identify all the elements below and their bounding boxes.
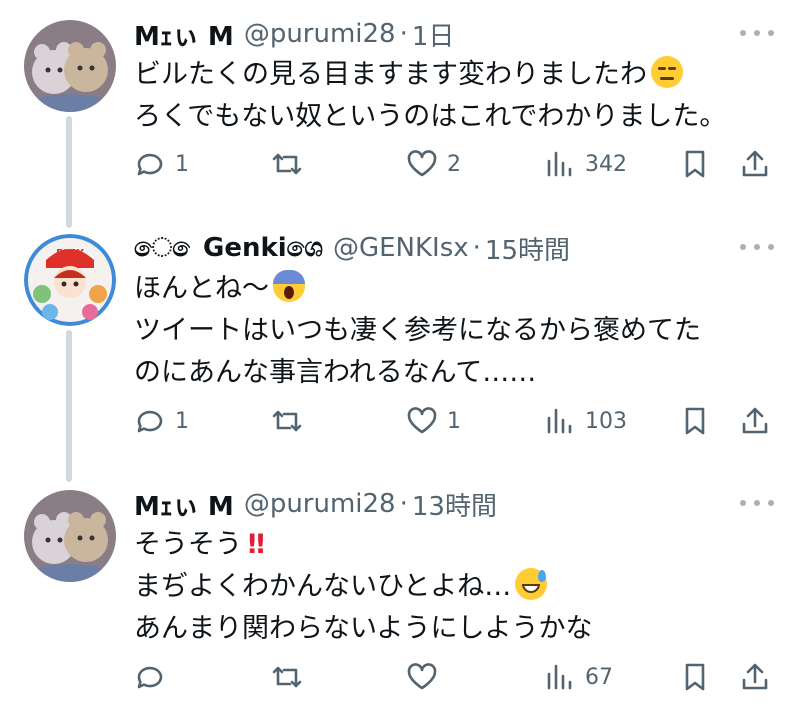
retweet-icon <box>272 153 302 175</box>
tweet-text: そうそう!! まぢよくわかんないひとよね… あんまり関わらないようにしようかな <box>134 524 592 650</box>
reply-count: 1 <box>175 408 189 434</box>
retweet-icon <box>272 410 302 432</box>
timestamp[interactable]: 13時間 <box>412 486 497 523</box>
avatar[interactable] <box>24 490 116 582</box>
views-icon <box>547 664 572 690</box>
views-button[interactable]: 67 <box>543 655 613 699</box>
heart-icon <box>407 407 437 434</box>
reply-icon <box>137 410 163 433</box>
bookmark-button[interactable] <box>678 142 712 186</box>
tweet[interactable]: PLAY ෙ ෙGenkiශෙ @GENKIsx · 15時間 ほんとね〜 ツイ… <box>0 228 800 468</box>
tweet-text: ほんとね〜 ツイートはいつも凄く参考になるから褒めてた のにあんな事言われるなん… <box>134 268 701 394</box>
user-handle[interactable]: @GENKIsx <box>333 233 469 263</box>
share-button[interactable] <box>738 142 772 186</box>
share-button[interactable] <box>738 399 772 443</box>
tweet-header: Mｪぃ M @purumi28 · 1日 <box>134 14 454 54</box>
share-icon <box>742 407 768 434</box>
avatar-image <box>24 490 116 582</box>
action-bar: 67 <box>0 655 800 699</box>
like-count: 2 <box>447 151 461 177</box>
separator-dot: · <box>472 233 481 263</box>
grinning-sweat-face-emoji <box>515 568 548 600</box>
avatar-image <box>24 20 116 112</box>
retweet-button[interactable] <box>270 399 312 443</box>
tweet-header: Mｪぃ M @purumi28 · 13時間 <box>134 484 497 524</box>
tweet-line: まぢよくわかんないひとよね… <box>134 566 592 608</box>
heart-icon <box>407 663 437 690</box>
tweet-line: のにあんな事言われるなんて…… <box>134 357 537 388</box>
bookmark-button[interactable] <box>678 399 712 443</box>
views-icon <box>547 408 572 434</box>
tweet-header: ෙ ෙGenkiශෙ @GENKIsx · 15時間 <box>134 228 570 268</box>
share-icon <box>742 663 768 690</box>
action-bar: 1 1 103 <box>0 399 800 443</box>
user-handle[interactable]: @purumi28 <box>244 19 396 49</box>
timestamp[interactable]: 15時間 <box>485 230 570 267</box>
double-exclamation-emoji: !! <box>246 529 267 560</box>
separator-dot: · <box>399 489 408 519</box>
bookmark-icon <box>685 150 705 178</box>
retweet-button[interactable] <box>270 655 312 699</box>
views-icon <box>547 151 572 177</box>
bookmark-button[interactable] <box>678 655 712 699</box>
like-button[interactable]: 2 <box>405 142 461 186</box>
expressionless-face-emoji <box>651 56 683 88</box>
view-count: 342 <box>585 151 627 177</box>
action-bar: 1 2 342 <box>0 142 800 186</box>
display-name[interactable]: Mｪぃ M <box>134 16 234 53</box>
reply-button[interactable] <box>133 655 175 699</box>
screaming-face-emoji <box>273 270 305 302</box>
user-handle[interactable]: @purumi28 <box>244 489 396 519</box>
tweet[interactable]: Mｪぃ M @purumi28 · 13時間 そうそう!! まぢよくわかんないひ… <box>0 484 800 714</box>
retweet-icon <box>272 666 302 688</box>
reply-icon <box>137 666 163 689</box>
tweet[interactable]: Mｪぃ M @purumi28 · 1日 ビルたくの見る目ますます変わりましたわ… <box>0 14 800 214</box>
avatar-image: PLAY <box>24 234 116 326</box>
heart-icon <box>407 150 437 177</box>
tweet-text: ビルたくの見る目ますます変わりましたわ ろくでもない奴というのはこれでわかりまし… <box>134 54 726 138</box>
retweet-button[interactable] <box>270 142 312 186</box>
view-count: 103 <box>585 408 627 434</box>
views-button[interactable]: 103 <box>543 399 627 443</box>
share-icon <box>742 150 768 177</box>
like-button[interactable] <box>405 655 447 699</box>
display-name[interactable]: ෙ ෙGenkiශෙ <box>134 233 323 264</box>
separator-dot: · <box>399 19 408 49</box>
like-button[interactable]: 1 <box>405 399 461 443</box>
tweet-line: ツイートはいつも凄く参考になるから褒めてた <box>134 315 701 346</box>
more-options-icon[interactable] <box>740 18 774 48</box>
tweet-line: あんまり関わらないようにしようかな <box>134 613 593 644</box>
timestamp[interactable]: 1日 <box>412 16 455 53</box>
view-count: 67 <box>585 664 613 690</box>
avatar[interactable]: PLAY <box>24 234 116 326</box>
reply-count: 1 <box>175 151 189 177</box>
reply-icon <box>137 153 163 176</box>
tweet-line: ろくでもない奴というのはこれでわかりました。 <box>134 101 727 132</box>
more-options-icon[interactable] <box>740 488 774 518</box>
avatar-text: PLAY <box>56 248 84 259</box>
like-count: 1 <box>447 408 461 434</box>
avatar[interactable] <box>24 20 116 112</box>
tweet-line: ビルたくの見る目ますます変わりましたわ <box>134 54 726 96</box>
share-button[interactable] <box>738 655 772 699</box>
bookmark-icon <box>685 407 705 435</box>
tweet-line: そうそう!! <box>134 529 267 560</box>
tweet-line: ほんとね〜 <box>134 268 701 310</box>
more-options-icon[interactable] <box>740 232 774 262</box>
reply-button[interactable]: 1 <box>133 399 189 443</box>
display-name[interactable]: Mｪぃ M <box>134 486 234 523</box>
bookmark-icon <box>685 663 705 691</box>
views-button[interactable]: 342 <box>543 142 627 186</box>
reply-button[interactable]: 1 <box>133 142 189 186</box>
